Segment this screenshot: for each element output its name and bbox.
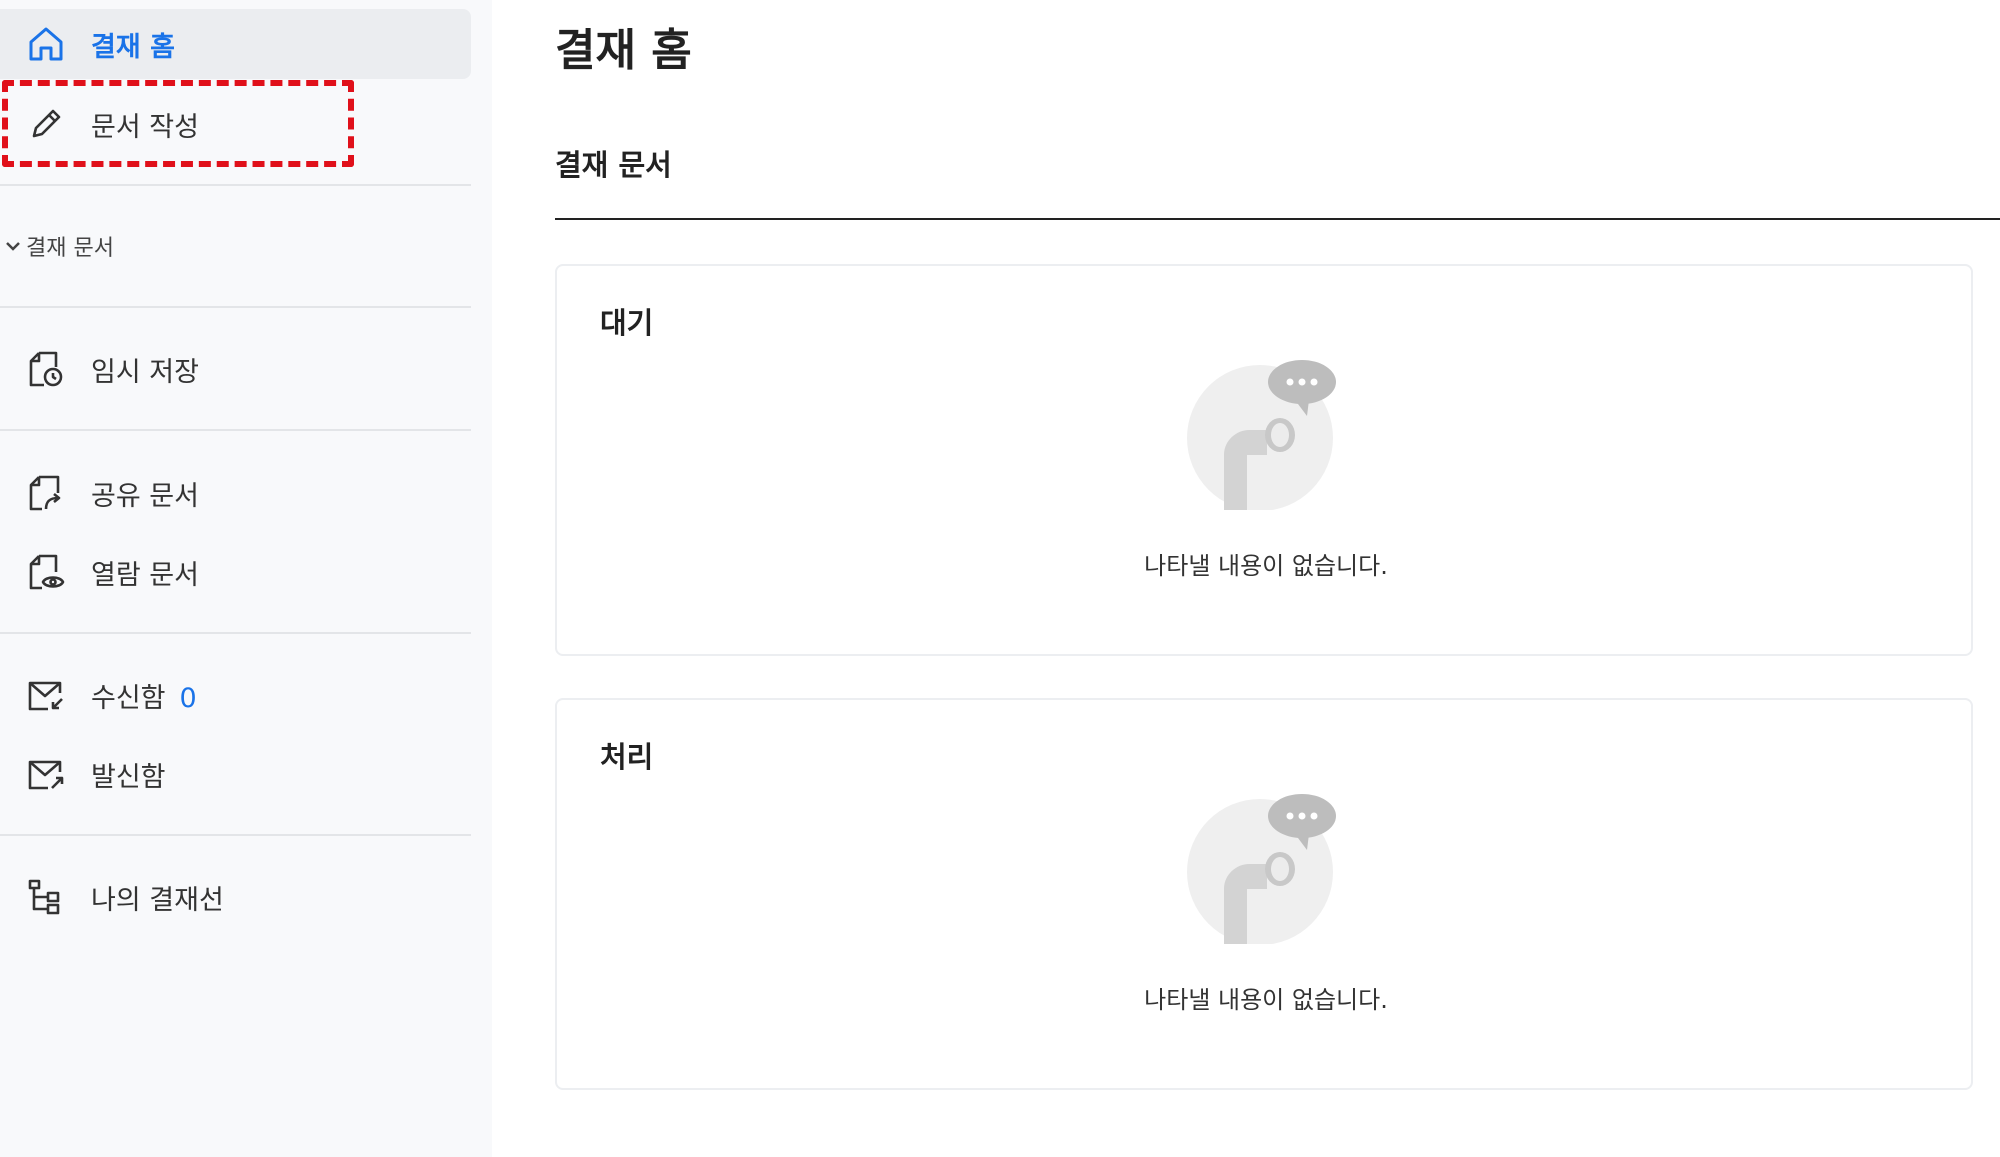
divider — [0, 632, 471, 634]
sidebar-item-label: 발신함 — [91, 761, 166, 793]
divider — [0, 429, 471, 431]
sidebar-item-temp-save[interactable]: 임시 저장 — [0, 334, 471, 404]
inbox-icon — [26, 675, 66, 715]
sidebar-item-approval-home[interactable]: 결재 홈 — [0, 9, 471, 79]
section-label: 결재 문서 — [26, 236, 114, 261]
empty-state-text: 나타낼 내용이 없습니다. — [1144, 986, 1388, 1014]
sidebar-item-viewed-docs[interactable]: 열람 문서 — [0, 537, 471, 607]
divider — [0, 184, 471, 186]
card-title: 대기 — [600, 306, 654, 340]
sidebar-item-label: 열람 문서 — [91, 559, 199, 591]
outbox-icon — [26, 754, 66, 794]
temp-save-icon — [26, 349, 66, 389]
pencil-icon — [26, 104, 66, 144]
empty-state-text: 나타낼 내용이 없습니다. — [1144, 552, 1388, 580]
inbox-count-badge: 0 — [179, 682, 197, 714]
inbox-label: 수신함 — [91, 682, 166, 714]
divider — [0, 834, 471, 836]
chevron-down-icon — [6, 242, 20, 251]
divider — [0, 306, 471, 308]
sidebar-item-inbox[interactable]: 수신함 0 — [0, 660, 471, 730]
sidebar: 결재 홈 문서 작성 결재 문서 임시 저장 공유 문서 열람 문서 수신함 0… — [0, 0, 492, 1157]
card-title: 처리 — [600, 740, 654, 774]
approval-line-icon — [26, 877, 66, 917]
sidebar-item-write-document[interactable]: 문서 작성 — [0, 89, 471, 159]
main-content: 결재 홈 결재 문서 대기 나타낼 내용이 없습니다. 처리 나타낼 내용이 없… — [555, 0, 2000, 1157]
sidebar-item-label: 문서 작성 — [91, 111, 199, 143]
home-icon — [26, 24, 66, 64]
empty-chat-icon — [1187, 360, 1336, 510]
empty-chat-icon — [1187, 794, 1336, 944]
share-doc-icon — [26, 473, 66, 513]
card-processed: 처리 나타낼 내용이 없습니다. — [555, 698, 1973, 1090]
sidebar-item-label: 결재 홈 — [91, 31, 175, 63]
tab-approval-docs[interactable]: 결재 문서 — [555, 142, 672, 184]
sidebar-item-my-approval-line[interactable]: 나의 결재선 — [0, 862, 471, 932]
sidebar-item-outbox[interactable]: 발신함 — [0, 739, 471, 809]
sidebar-item-label: 공유 문서 — [91, 480, 199, 512]
sidebar-item-label: 나의 결재선 — [91, 884, 224, 916]
card-waiting: 대기 나타낼 내용이 없습니다. — [555, 264, 1973, 656]
sidebar-item-label: 임시 저장 — [91, 356, 199, 388]
view-doc-icon — [26, 552, 66, 592]
sidebar-item-label: 수신함 0 — [91, 676, 197, 715]
sidebar-item-shared-docs[interactable]: 공유 문서 — [0, 458, 471, 528]
tab-underline — [555, 218, 2000, 220]
page-title: 결재 홈 — [555, 25, 692, 76]
section-toggle-approval-docs[interactable]: 결재 문서 — [0, 228, 114, 264]
